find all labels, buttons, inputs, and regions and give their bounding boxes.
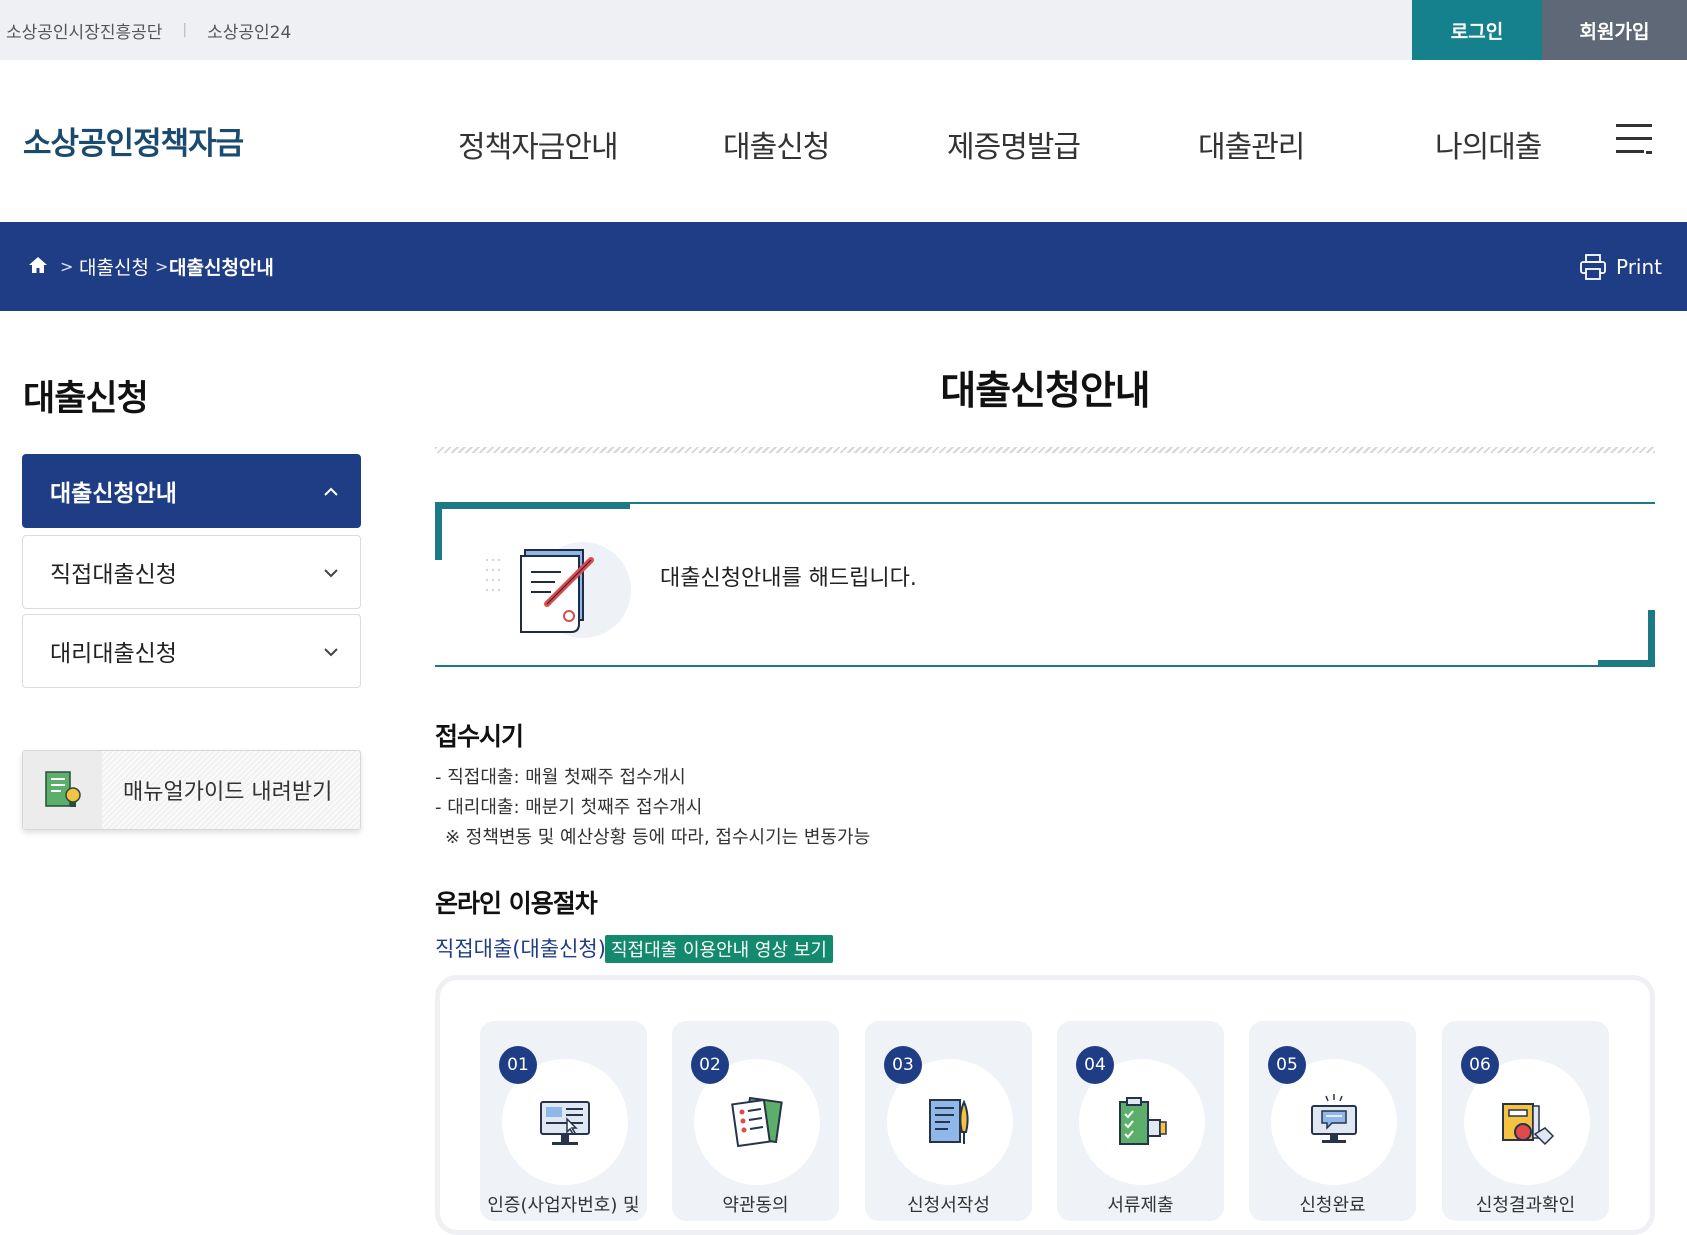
utility-divider: | <box>182 22 188 38</box>
link-sosang24[interactable]: 소상공인24 <box>207 18 291 43</box>
nav-policy-fund[interactable]: 정책자금안내 <box>458 122 619 166</box>
procedure-step[interactable]: 04 서류제출 <box>1057 1021 1224 1221</box>
nav-certificate[interactable]: 제증명발급 <box>947 122 1081 166</box>
login-button[interactable]: 로그인 <box>1412 0 1542 60</box>
manual-download-label: 매뉴얼가이드 내려받기 <box>123 780 333 805</box>
nav-loan-apply[interactable]: 대출신청 <box>723 122 830 166</box>
print-button[interactable]: Print <box>1578 247 1662 287</box>
breadcrumb-item-loan-apply[interactable]: 대출신청 <box>79 222 149 311</box>
intro-corner-accent <box>1648 610 1655 667</box>
hamburger-menu-icon[interactable] <box>1616 124 1654 154</box>
procedure-subtitle: 직접대출(대출신청) <box>435 937 606 961</box>
procedure-step[interactable]: 06 신청결과확인 <box>1442 1021 1609 1221</box>
step-number-badge: 05 <box>1268 1046 1306 1084</box>
link-semas[interactable]: 소상공인시장진흥공단 <box>6 18 162 43</box>
utility-links: 소상공인시장진흥공단 | 소상공인24 <box>6 0 291 60</box>
title-divider <box>435 447 1655 453</box>
join-button[interactable]: 회원가입 <box>1542 0 1687 60</box>
intro-text: 대출신청안내를 해드립니다. <box>660 566 917 591</box>
video-guide-button[interactable]: 직접대출 이용안내 영상 보기 <box>605 935 833 963</box>
monitor-chat-icon <box>1311 1094 1357 1143</box>
nav-my-loan[interactable]: 나의대출 <box>1435 122 1542 166</box>
sidebar-item-label: 대출신청안내 <box>50 481 177 507</box>
computer-cursor-icon <box>540 1101 590 1145</box>
reception-line-direct: - 직접대출: 매월 첫째주 접수개시 <box>435 767 686 788</box>
page-title: 대출신청안내 <box>940 369 1150 414</box>
procedure-step[interactable]: 05 신청완료 <box>1249 1021 1416 1221</box>
site-header: 소상공인정책자금 정책자금안내 대출신청 제증명발급 대출관리 나의대출 <box>0 60 1687 222</box>
utility-bar: 소상공인시장진흥공단 | 소상공인24 로그인 회원가입 <box>0 0 1687 60</box>
site-logo[interactable]: 소상공인정책자금 <box>23 118 244 163</box>
step-number-badge: 06 <box>1461 1046 1499 1084</box>
chevron-right-icon: > <box>155 257 169 276</box>
sidebar-item-direct-loan[interactable]: 직접대출신청 <box>22 535 361 609</box>
step-number-badge: 01 <box>499 1046 537 1084</box>
section-title-procedure: 온라인 이용절차 <box>435 889 598 918</box>
step-label: 약관동의 <box>722 1195 789 1216</box>
step-label: 신청결과확인 <box>1475 1195 1576 1216</box>
step-number-badge: 04 <box>1076 1046 1114 1084</box>
breadcrumb: > 대출신청 > 대출신청안내 Print <box>0 222 1687 311</box>
step-label: 신청서작성 <box>907 1195 990 1216</box>
document-pen-illustration-icon <box>485 542 631 638</box>
folder-magnifier-icon <box>1502 1103 1555 1146</box>
sidebar-item-agency-loan[interactable]: 대리대출신청 <box>22 614 361 688</box>
printer-icon <box>1580 254 1606 280</box>
step-label: 서류제출 <box>1107 1195 1174 1216</box>
reception-line-agency: - 대리대출: 매분기 첫째주 접수개시 <box>435 797 703 818</box>
chevron-up-icon <box>324 487 338 496</box>
document-pen-icon <box>929 1099 969 1144</box>
procedure-step[interactable]: 02 약관동의 <box>672 1021 839 1221</box>
procedure-step[interactable]: 03 신청서작성 <box>865 1021 1032 1221</box>
step-number-badge: 02 <box>691 1046 729 1084</box>
manual-download-button[interactable]: 매뉴얼가이드 내려받기 <box>22 750 361 830</box>
intro-corner-accent <box>435 502 630 509</box>
step-label: 인증(사업자번호) 및 <box>487 1195 640 1216</box>
procedure-step[interactable]: 01 인증(사업자번호) 및 <box>480 1021 647 1221</box>
clipboard-hand-icon <box>1119 1097 1167 1145</box>
manual-guide-icon <box>23 751 102 829</box>
section-title-reception: 접수시기 <box>435 722 524 751</box>
step-label: 신청완료 <box>1299 1195 1366 1216</box>
reception-note: ※ 정책변동 및 예산상황 등에 따라, 접수시기는 변동가능 <box>445 827 871 848</box>
home-icon[interactable] <box>28 255 48 275</box>
nav-loan-manage[interactable]: 대출관리 <box>1198 122 1305 166</box>
chevron-down-icon <box>324 569 338 578</box>
chevron-right-icon: > <box>60 257 74 276</box>
breadcrumb-item-current: 대출신청안내 <box>169 257 274 279</box>
sidebar-title: 대출신청 <box>23 379 149 419</box>
document-checklist-icon <box>731 1096 783 1148</box>
step-number-badge: 03 <box>884 1046 922 1084</box>
print-label: Print <box>1616 255 1663 279</box>
sidebar-item-label: 직접대출신청 <box>50 562 177 588</box>
intro-corner-accent <box>1598 660 1655 667</box>
sidebar-item-label: 대리대출신청 <box>50 641 177 667</box>
intro-corner-accent <box>435 502 442 560</box>
sidebar-item-loan-guide[interactable]: 대출신청안내 <box>22 454 361 528</box>
chevron-down-icon <box>324 648 338 657</box>
